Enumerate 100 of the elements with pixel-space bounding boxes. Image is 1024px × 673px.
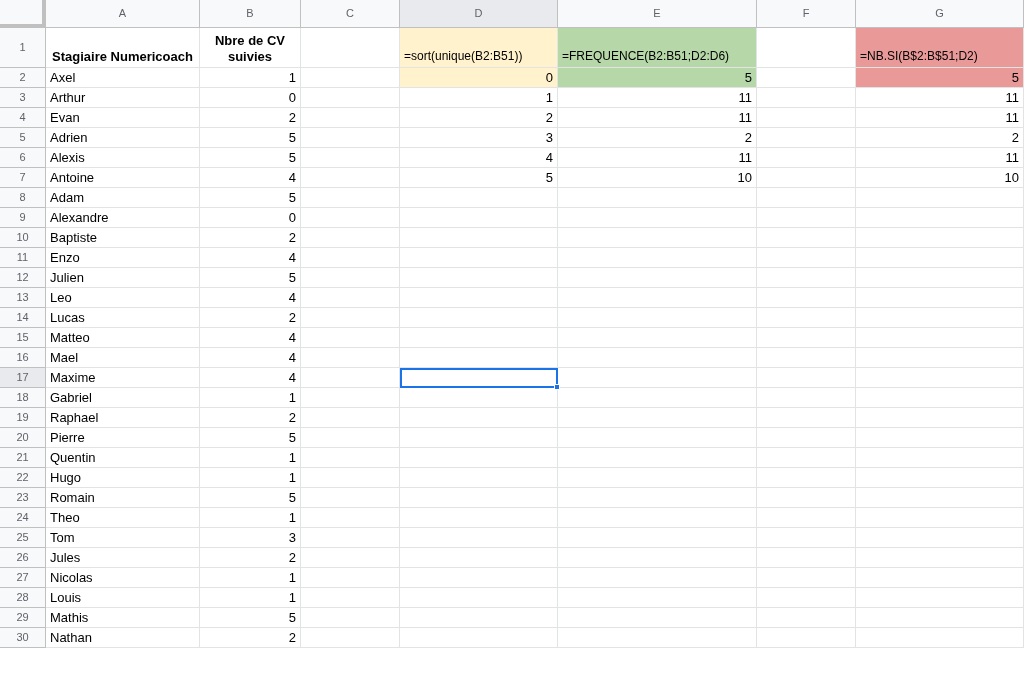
empty-cell[interactable] — [558, 288, 757, 308]
empty-cell[interactable] — [856, 428, 1024, 448]
empty-cell[interactable] — [757, 528, 856, 548]
empty-cell[interactable] — [301, 168, 400, 188]
empty-cell[interactable] — [400, 268, 558, 288]
empty-cell[interactable] — [757, 588, 856, 608]
row-header[interactable]: 25 — [0, 528, 46, 548]
empty-cell[interactable] — [301, 568, 400, 588]
empty-cell[interactable] — [856, 488, 1024, 508]
table-cell[interactable]: 5 — [200, 608, 301, 628]
empty-cell[interactable] — [558, 628, 757, 648]
empty-cell[interactable] — [558, 268, 757, 288]
row-header[interactable]: 17 — [0, 368, 46, 388]
empty-cell[interactable] — [301, 388, 400, 408]
table-cell[interactable]: Antoine — [46, 168, 200, 188]
table-cell[interactable]: 4 — [200, 288, 301, 308]
empty-cell[interactable] — [757, 488, 856, 508]
empty-cell[interactable] — [301, 588, 400, 608]
row-header[interactable]: 30 — [0, 628, 46, 648]
fill-handle[interactable] — [554, 384, 560, 390]
table-cell[interactable]: 2 — [400, 108, 558, 128]
table-cell[interactable]: 4 — [200, 348, 301, 368]
table-cell[interactable]: Baptiste — [46, 228, 200, 248]
empty-cell[interactable] — [757, 248, 856, 268]
column-header[interactable]: G — [856, 0, 1024, 28]
table-cell[interactable]: Mael — [46, 348, 200, 368]
row-header[interactable]: 11 — [0, 248, 46, 268]
table-cell[interactable]: 11 — [856, 148, 1024, 168]
empty-cell[interactable] — [400, 588, 558, 608]
empty-cell[interactable] — [757, 628, 856, 648]
empty-cell[interactable] — [558, 188, 757, 208]
table-cell[interactable]: 1 — [200, 448, 301, 468]
formula-cell[interactable]: =FREQUENCE(B2:B51;D2:D6) — [558, 28, 757, 68]
column-header[interactable]: C — [301, 0, 400, 28]
table-cell[interactable]: Quentin — [46, 448, 200, 468]
table-cell[interactable]: 0 — [200, 88, 301, 108]
empty-cell[interactable] — [856, 628, 1024, 648]
row-header[interactable]: 6 — [0, 148, 46, 168]
empty-cell[interactable] — [301, 128, 400, 148]
table-cell[interactable]: 4 — [200, 368, 301, 388]
empty-cell[interactable] — [856, 408, 1024, 428]
table-cell[interactable]: 11 — [558, 108, 757, 128]
table-cell[interactable]: 10 — [856, 168, 1024, 188]
empty-cell[interactable] — [757, 308, 856, 328]
empty-cell[interactable] — [856, 608, 1024, 628]
empty-cell[interactable] — [301, 108, 400, 128]
empty-cell[interactable] — [400, 388, 558, 408]
table-cell[interactable]: 2 — [200, 108, 301, 128]
empty-cell[interactable] — [301, 548, 400, 568]
empty-cell[interactable] — [400, 408, 558, 428]
empty-cell[interactable] — [757, 608, 856, 628]
table-cell[interactable]: Adrien — [46, 128, 200, 148]
table-cell[interactable]: 5 — [200, 488, 301, 508]
empty-cell[interactable] — [757, 188, 856, 208]
table-cell[interactable]: Romain — [46, 488, 200, 508]
empty-cell[interactable] — [856, 188, 1024, 208]
table-cell[interactable]: Maxime — [46, 368, 200, 388]
empty-cell[interactable] — [301, 428, 400, 448]
table-cell[interactable]: 4 — [200, 168, 301, 188]
empty-cell[interactable] — [301, 208, 400, 228]
table-cell[interactable]: Adam — [46, 188, 200, 208]
empty-cell[interactable] — [757, 168, 856, 188]
row-header[interactable]: 13 — [0, 288, 46, 308]
empty-cell[interactable] — [400, 348, 558, 368]
row-header[interactable]: 9 — [0, 208, 46, 228]
empty-cell[interactable] — [558, 228, 757, 248]
empty-cell[interactable] — [301, 348, 400, 368]
table-cell[interactable]: 1 — [200, 68, 301, 88]
table-cell[interactable]: Matteo — [46, 328, 200, 348]
row-header[interactable]: 28 — [0, 588, 46, 608]
empty-cell[interactable] — [301, 188, 400, 208]
row-header[interactable]: 16 — [0, 348, 46, 368]
empty-cell[interactable] — [856, 468, 1024, 488]
empty-cell[interactable] — [757, 508, 856, 528]
empty-cell[interactable] — [301, 448, 400, 468]
table-cell[interactable]: 3 — [200, 528, 301, 548]
table-cell[interactable]: 5 — [200, 188, 301, 208]
row-header[interactable]: 19 — [0, 408, 46, 428]
table-cell[interactable]: Arthur — [46, 88, 200, 108]
empty-cell[interactable] — [400, 288, 558, 308]
column-header[interactable]: B — [200, 0, 301, 28]
empty-cell[interactable] — [757, 148, 856, 168]
formula-cell[interactable]: =NB.SI(B$2:B$51;D2) — [856, 28, 1024, 68]
row-header[interactable]: 4 — [0, 108, 46, 128]
row-header[interactable]: 15 — [0, 328, 46, 348]
empty-cell[interactable] — [757, 448, 856, 468]
table-cell[interactable]: 2 — [558, 128, 757, 148]
empty-cell[interactable] — [301, 248, 400, 268]
empty-cell[interactable] — [301, 468, 400, 488]
empty-cell[interactable] — [400, 308, 558, 328]
empty-cell[interactable] — [757, 88, 856, 108]
empty-cell[interactable] — [757, 128, 856, 148]
table-cell[interactable]: 2 — [200, 228, 301, 248]
empty-cell[interactable] — [757, 568, 856, 588]
row-header[interactable]: 10 — [0, 228, 46, 248]
table-cell[interactable]: 1 — [200, 588, 301, 608]
empty-cell[interactable] — [558, 328, 757, 348]
table-cell[interactable]: 1 — [200, 468, 301, 488]
empty-cell[interactable] — [558, 568, 757, 588]
empty-cell[interactable] — [757, 108, 856, 128]
